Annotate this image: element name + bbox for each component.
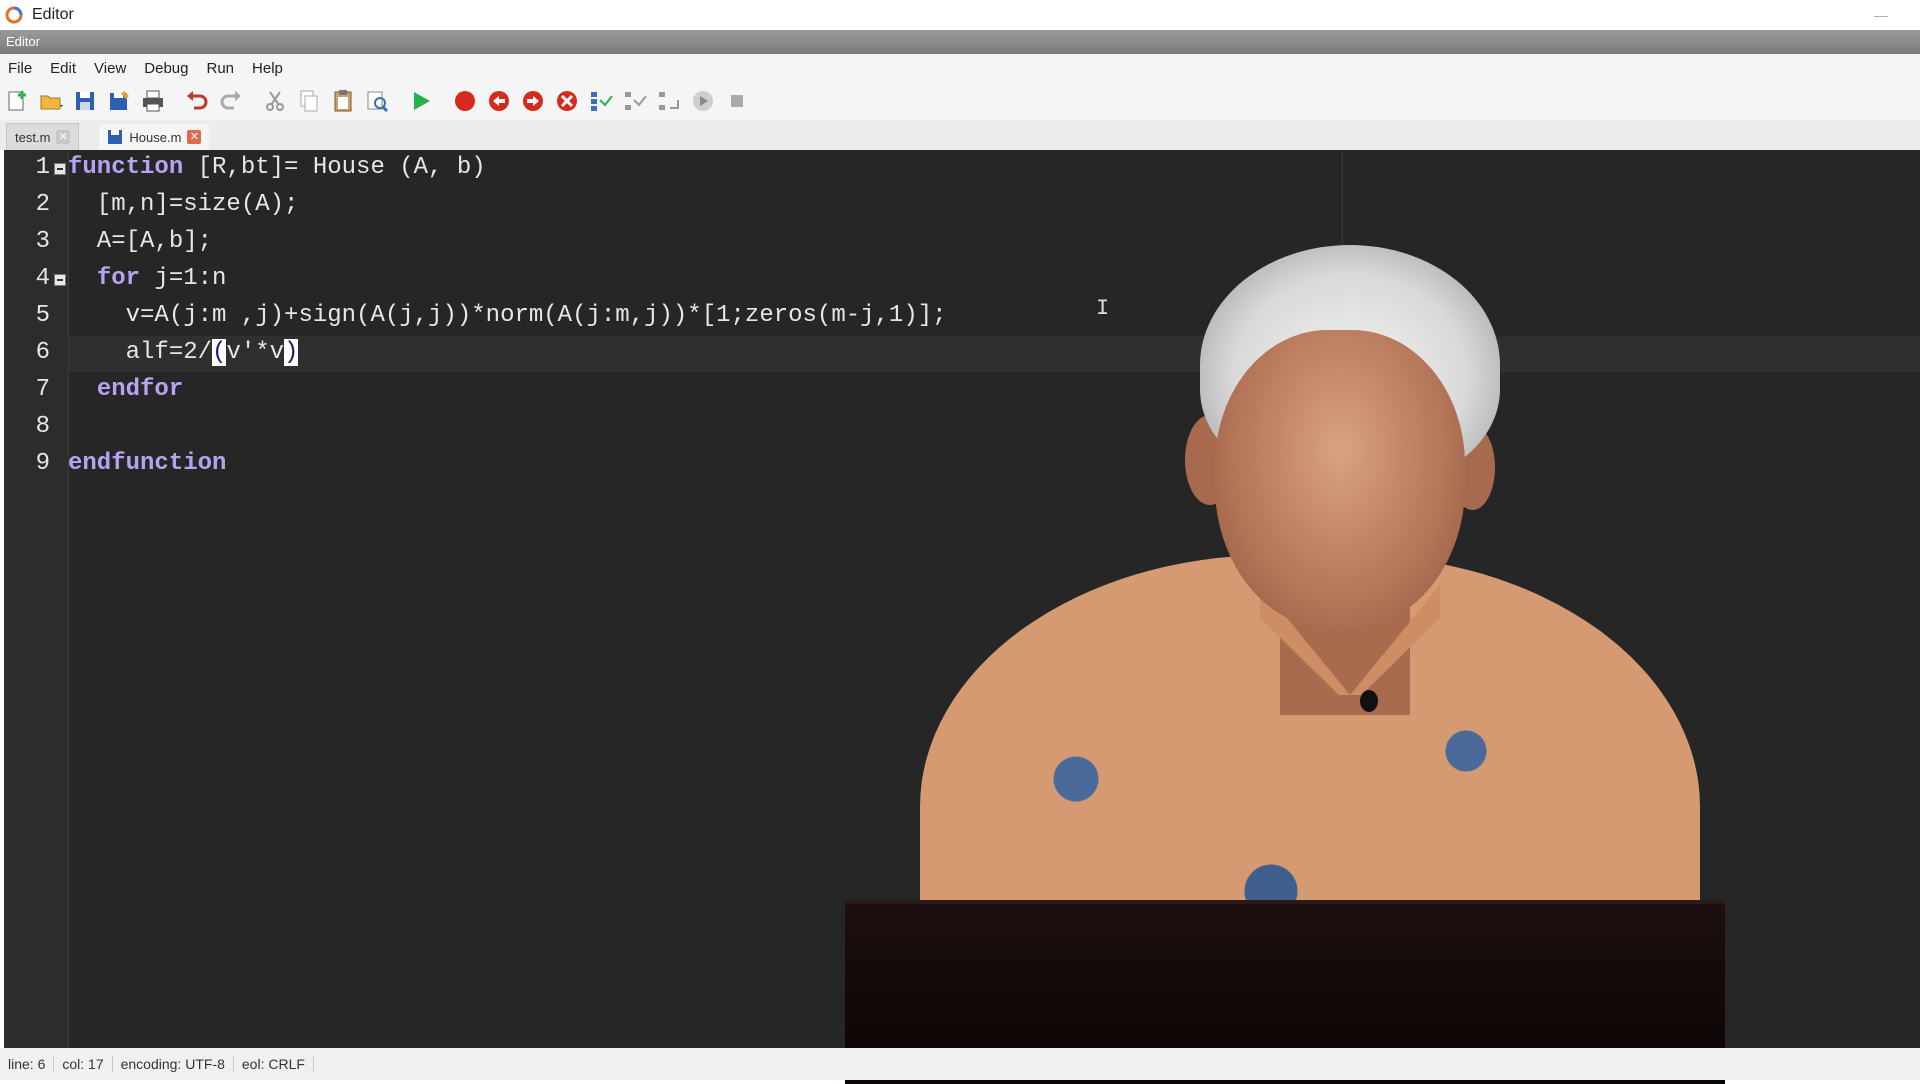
- continue-icon[interactable]: [686, 84, 720, 118]
- open-folder-icon[interactable]: [34, 84, 68, 118]
- save-as-icon[interactable]: [102, 84, 136, 118]
- undo-icon[interactable]: [180, 84, 214, 118]
- status-bar: line: 6 col: 17 encoding: UTF-8 eol: CRL…: [0, 1048, 1920, 1080]
- line-number: 5: [35, 302, 50, 329]
- line-number: 7: [35, 376, 50, 403]
- code-line-1: function [R,bt]= House (A, b): [68, 154, 486, 181]
- step-into-icon[interactable]: [584, 84, 618, 118]
- close-icon[interactable]: ✕: [187, 130, 202, 144]
- fold-toggle-icon[interactable]: [54, 163, 66, 175]
- tab-test-m[interactable]: test.m ✕: [6, 123, 80, 150]
- tab-house-m[interactable]: House.m ✕: [99, 124, 210, 150]
- status-encoding: encoding: UTF-8: [113, 1056, 234, 1072]
- stop-debug-icon[interactable]: [550, 84, 584, 118]
- menu-view[interactable]: View: [86, 60, 136, 77]
- code-line-7: endfor: [96, 376, 184, 403]
- line-number: 8: [35, 413, 50, 440]
- status-line: line: 6: [0, 1056, 55, 1072]
- step-back-icon[interactable]: [482, 84, 516, 118]
- fold-toggle-icon[interactable]: [54, 274, 66, 286]
- code-line-9: endfunction: [68, 450, 227, 477]
- line-number: 4: [35, 265, 50, 292]
- line-number: 6: [35, 339, 50, 366]
- menu-file[interactable]: File: [0, 60, 42, 77]
- window-titlebar: Editor —: [0, 0, 1920, 30]
- step-out-icon[interactable]: [652, 84, 686, 118]
- code-line-5: v=A(j:m ,j)+sign(A(j,j))*norm(A(j:m,j))*…: [68, 302, 947, 329]
- window-title: Editor: [32, 6, 74, 23]
- line-number-gutter: 1 2 3 4 5 6 7 8 9: [4, 150, 69, 1048]
- status-eol: eol: CRLF: [234, 1056, 314, 1072]
- paste-icon[interactable]: [326, 84, 360, 118]
- menu-edit[interactable]: Edit: [42, 60, 86, 77]
- cut-icon[interactable]: [258, 84, 292, 118]
- toolbar: [0, 82, 1920, 120]
- menu-help[interactable]: Help: [244, 60, 293, 77]
- octave-logo-icon: [4, 5, 24, 25]
- tab-bar: test.m ✕ House.m ✕: [0, 120, 1920, 150]
- print-icon[interactable]: [136, 84, 170, 118]
- save-icon[interactable]: [68, 84, 102, 118]
- redo-icon[interactable]: [214, 84, 248, 118]
- step-over-icon[interactable]: [618, 84, 652, 118]
- editor-dock-header: Editor: [0, 30, 1920, 54]
- find-replace-icon[interactable]: [360, 84, 394, 118]
- run-icon[interactable]: [404, 84, 438, 118]
- menu-debug[interactable]: Debug: [136, 60, 198, 77]
- menu-bar: File Edit View Debug Run Help: [0, 54, 1920, 82]
- minimize-button[interactable]: —: [1872, 6, 1890, 24]
- step-forward-icon[interactable]: [516, 84, 550, 118]
- tab-label: House.m: [129, 129, 182, 145]
- code-line-3: A=[A,b];: [68, 228, 213, 255]
- line-number: 1: [35, 154, 50, 181]
- new-file-icon[interactable]: [0, 84, 34, 118]
- status-col: col: 17: [54, 1056, 113, 1072]
- presenter-face: [1215, 330, 1465, 630]
- line-number: 2: [35, 191, 50, 218]
- save-icon: [108, 130, 123, 144]
- code-line-4: for j=1:n: [96, 265, 227, 292]
- breakpoint-icon[interactable]: [448, 84, 482, 118]
- lapel-mic-icon: [1360, 690, 1378, 712]
- close-icon[interactable]: ✕: [56, 130, 71, 144]
- line-number: 9: [35, 450, 50, 477]
- tab-label: test.m: [15, 129, 51, 145]
- line-number: 3: [35, 228, 50, 255]
- menu-run[interactable]: Run: [198, 60, 244, 77]
- code-line-6: alf=2/(v'*v): [68, 339, 299, 366]
- dock-title: Editor: [6, 34, 40, 49]
- copy-icon[interactable]: [292, 84, 326, 118]
- stop-icon[interactable]: [720, 84, 754, 118]
- code-line-2: [m,n]=size(A);: [68, 191, 299, 218]
